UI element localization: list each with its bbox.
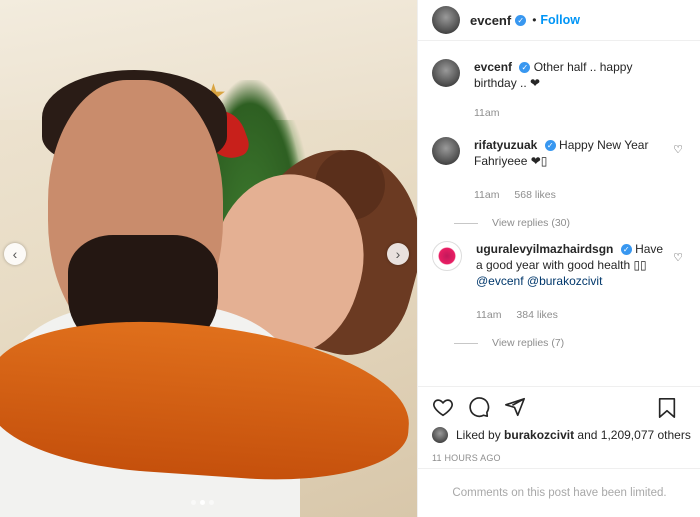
comment-item: uguralevyilmazhairdsgn ✓ Have a good yea… bbox=[418, 229, 700, 323]
comment-item: rifatyuzuak ✓ Happy New Year Fahriyeee ❤… bbox=[418, 121, 700, 203]
view-replies-button[interactable]: View replies (7) bbox=[454, 337, 700, 349]
post-header: evcenf ✓ • Follow bbox=[418, 0, 700, 41]
carousel-dot bbox=[191, 500, 196, 505]
avatar[interactable] bbox=[432, 6, 460, 34]
chevron-left-icon[interactable]: ‹ bbox=[4, 243, 26, 265]
liked-by-others[interactable]: and 1,209,077 others bbox=[577, 428, 690, 442]
share-icon[interactable] bbox=[504, 396, 526, 418]
liked-by-row: Liked by burakozcivit and 1,209,077 othe… bbox=[418, 427, 700, 443]
verified-badge-icon: ✓ bbox=[515, 14, 527, 26]
mention-link[interactable]: @evcenf bbox=[476, 274, 524, 288]
carousel-dot bbox=[209, 500, 214, 505]
view-replies-button[interactable]: View replies (30) bbox=[454, 217, 700, 229]
action-bar bbox=[418, 386, 700, 427]
follow-button[interactable]: Follow bbox=[540, 13, 580, 27]
verified-badge-icon: ✓ bbox=[544, 140, 556, 152]
avatar[interactable] bbox=[432, 427, 448, 443]
comment-likes[interactable]: 384 likes bbox=[516, 309, 557, 321]
chevron-right-icon[interactable]: › bbox=[387, 243, 409, 265]
carousel-dots bbox=[191, 500, 214, 505]
separator-dot: • bbox=[532, 13, 537, 27]
avatar[interactable] bbox=[432, 241, 462, 271]
comment-like-heart-icon[interactable]: ♡ bbox=[673, 143, 683, 156]
avatar[interactable] bbox=[432, 59, 460, 87]
view-replies-label[interactable]: View replies (7) bbox=[492, 337, 564, 349]
liked-by-user[interactable]: burakozcivit bbox=[504, 428, 574, 442]
caption-username[interactable]: evcenf bbox=[474, 60, 512, 74]
post-timestamp[interactable]: 11 HOURS AGO bbox=[418, 453, 700, 463]
post-photo[interactable]: ★ ‹ › bbox=[0, 0, 417, 517]
post-sidebar: evcenf ✓ • Follow evcenf ✓ Other half ..… bbox=[417, 0, 700, 517]
liked-by-prefix: Liked by bbox=[456, 428, 501, 442]
mention-link[interactable]: @burakozcivit bbox=[527, 274, 603, 288]
carousel-dot-active bbox=[200, 500, 205, 505]
comments-list[interactable]: evcenf ✓ Other half .. happy birthday ..… bbox=[418, 41, 700, 386]
caption: evcenf ✓ Other half .. happy birthday ..… bbox=[418, 41, 700, 121]
caption-time: 11am bbox=[474, 107, 500, 119]
view-replies-label[interactable]: View replies (30) bbox=[492, 217, 570, 229]
avatar[interactable] bbox=[432, 137, 460, 165]
comment-username[interactable]: rifatyuzuak bbox=[474, 138, 537, 152]
bookmark-icon[interactable] bbox=[657, 397, 677, 419]
comment-icon[interactable] bbox=[468, 396, 490, 418]
header-username[interactable]: evcenf bbox=[470, 13, 511, 28]
comment-time: 11am bbox=[474, 189, 500, 201]
comments-limited-notice: Comments on this post have been limited. bbox=[418, 468, 700, 517]
verified-badge-icon: ✓ bbox=[519, 62, 531, 74]
comment-likes[interactable]: 568 likes bbox=[514, 189, 555, 201]
comment-like-heart-icon[interactable]: ♡ bbox=[673, 251, 683, 264]
heart-icon[interactable] bbox=[432, 396, 454, 418]
comment-time: 11am bbox=[476, 309, 502, 321]
verified-badge-icon: ✓ bbox=[620, 244, 632, 256]
comment-username[interactable]: uguralevyilmazhairdsgn bbox=[476, 242, 613, 256]
